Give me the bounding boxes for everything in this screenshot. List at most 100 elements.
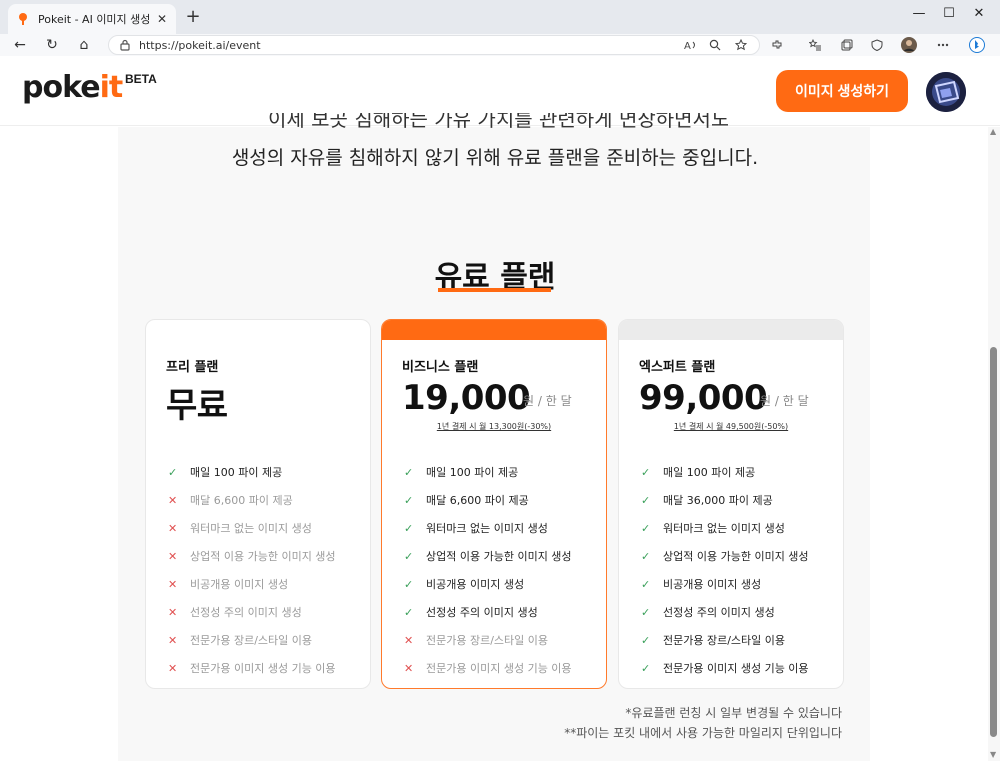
footnote: **파이는 포킷 내에서 사용 가능한 마일리지 단위입니다 [564,726,842,740]
feature-item: ✕ 선정성 주의 이미지 생성 [168,598,336,626]
feature-label: 매일 100 파이 제공 [426,466,519,479]
address-bar[interactable]: https://pokeit.ai/event [108,35,760,55]
feature-item: ✓ 전문가용 장르/스타일 이용 [641,626,809,654]
feature-list: ✓ 매일 100 파이 제공 ✕ 매달 6,600 파이 제공 ✕ 워터마크 없는 이미지… [168,458,336,682]
check-icon: ✓ [404,521,414,535]
reload-button[interactable]: ↻ [42,35,62,55]
feature-label: 전문가용 장르/스타일 이용 [426,634,549,647]
intro-line-partial: 이제 보곳 침해하는 가유 가치를 관련하게 면장하면서도 [268,113,728,131]
plan-price: 99,000 [639,378,768,418]
check-icon: ✓ [404,577,414,591]
beta-badge: BETA [125,72,157,86]
feature-list: ✓ 매일 100 파이 제공 ✓ 매달 6,600 파이 제공 ✓ 워터마크 없는 이미지… [404,458,572,682]
favorite-add-icon[interactable] [732,36,750,54]
feature-item: ✕ 워터마크 없는 이미지 생성 [168,514,336,542]
pokeit-logo[interactable]: pokeit [22,70,124,105]
user-avatar[interactable] [926,72,966,112]
maximize-button[interactable]: ☐ [938,6,960,21]
scroll-down-icon[interactable]: ▼ [990,750,996,759]
feature-label: 매일 100 파이 제공 [190,466,283,479]
svg-text:A: A [684,41,691,51]
feature-list: ✓ 매일 100 파이 제공 ✓ 매달 36,000 파이 제공 ✓ 워터마크 없는 이미… [641,458,809,682]
feature-item: ✕ 전문가용 이미지 생성 기능 이용 [168,654,336,682]
plan-card-expert[interactable]: 엑스퍼트 플랜 99,000 원 / 한 달 1년 결제 시 월 49,500원… [618,319,844,689]
minimize-button[interactable]: — [908,6,930,21]
check-icon: ✓ [641,633,651,647]
check-icon: ✓ [641,577,651,591]
tab-title: Pokeit - AI 이미지 생성 레시피 공 [38,13,150,26]
cross-icon: ✕ [404,633,414,647]
close-window-button[interactable]: ✕ [968,6,990,21]
feature-label: 전문가용 장르/스타일 이용 [663,634,786,647]
scroll-up-icon[interactable]: ▲ [990,127,996,136]
logo-accent-text: it [99,70,124,105]
feature-label: 상업적 이용 가능한 이미지 생성 [190,550,336,563]
feature-label: 상업적 이용 가능한 이미지 생성 [426,550,572,563]
plan-price-unit: 원 / 한 달 [523,394,572,408]
plan-card-free[interactable]: 프리 플랜 무료 ✓ 매일 100 파이 제공 ✕ 매달 6,600 파이 제공 ✕ 워터… [145,319,371,689]
check-icon: ✓ [641,549,651,563]
favorites-icon[interactable] [806,36,824,54]
check-icon: ✓ [404,605,414,619]
create-image-button[interactable]: 이미지 생성하기 [776,70,908,112]
feature-item: ✓ 선정성 주의 이미지 생성 [641,598,809,626]
feature-item: ✓ 상업적 이용 가능한 이미지 생성 [404,542,572,570]
pokeit-favicon-icon [16,12,30,26]
feature-label: 전문가용 이미지 생성 기능 이용 [426,662,572,675]
feature-label: 매일 100 파이 제공 [663,466,756,479]
feature-item: ✕ 전문가용 장르/스타일 이용 [404,626,572,654]
more-menu-icon[interactable] [934,36,952,54]
plans-title-underline [438,288,551,292]
profile-avatar-icon[interactable] [900,36,918,54]
feature-label: 전문가용 이미지 생성 기능 이용 [663,662,809,675]
feature-item: ✓ 매달 6,600 파이 제공 [404,486,572,514]
plan-card-business[interactable]: 비즈니스 플랜 19,000 원 / 한 달 1년 결제 시 월 13,300원… [381,319,607,689]
card-accent-strip [382,320,606,340]
plan-price: 무료 [166,386,228,426]
bing-copilot-icon[interactable] [968,36,986,54]
tab-close-icon[interactable]: ✕ [154,12,170,26]
check-icon: ✓ [641,521,651,535]
plan-name: 프리 플랜 [166,360,219,375]
feature-label: 비공개용 이미지 생성 [663,578,762,591]
feature-label: 비공개용 이미지 생성 [426,578,525,591]
feature-item: ✓ 매일 100 파이 제공 [641,458,809,486]
page-scrollbar[interactable]: ▲ ▼ [988,127,1000,761]
check-icon: ✓ [641,605,651,619]
feature-label: 워터마크 없는 이미지 생성 [190,522,312,535]
feature-label: 선정성 주의 이미지 생성 [426,606,538,619]
intro-text: 생성의 자유를 침해하지 않기 위해 유료 플랜을 준비하는 중입니다. [231,147,759,169]
annual-discount-note: 1년 결제 시 월 13,300원(-30%) [436,422,552,431]
plan-price: 19,000 [402,378,531,418]
read-aloud-icon[interactable]: A [682,36,700,54]
extensions-icon[interactable] [768,36,786,54]
back-button[interactable]: ← [10,35,30,55]
feature-item: ✕ 전문가용 이미지 생성 기능 이용 [404,654,572,682]
home-button[interactable]: ⌂ [74,35,94,55]
cross-icon: ✕ [168,577,178,591]
cross-icon: ✕ [168,493,178,507]
cross-icon: ✕ [168,605,178,619]
check-icon: ✓ [641,661,651,675]
plan-name: 비즈니스 플랜 [402,360,479,375]
feature-label: 워터마크 없는 이미지 생성 [663,522,785,535]
new-tab-button[interactable]: + [182,6,204,27]
check-icon: ✓ [404,493,414,507]
feature-item: ✓ 매일 100 파이 제공 [168,458,336,486]
annual-discount-note: 1년 결제 시 월 49,500원(-50%) [673,422,789,431]
browser-essentials-icon[interactable] [868,36,886,54]
feature-label: 선정성 주의 이미지 생성 [190,606,302,619]
collections-icon[interactable] [838,36,856,54]
scrollbar-thumb[interactable] [990,347,997,737]
browser-tab-strip: Pokeit - AI 이미지 생성 레시피 공 ✕ + — ☐ ✕ [0,0,1000,34]
feature-label: 전문가용 이미지 생성 기능 이용 [190,662,336,675]
feature-item: ✓ 매일 100 파이 제공 [404,458,572,486]
cross-icon: ✕ [168,633,178,647]
footnote: *유료플랜 런칭 시 일부 변경될 수 있습니다 [625,706,842,720]
feature-item: ✓ 워터마크 없는 이미지 생성 [641,514,809,542]
feature-label: 매달 36,000 파이 제공 [663,494,773,507]
card-accent-strip [619,320,843,340]
zoom-icon[interactable] [706,36,724,54]
browser-tab[interactable]: Pokeit - AI 이미지 생성 레시피 공 ✕ [8,4,176,34]
plan-price-unit: 원 / 한 달 [760,394,809,408]
